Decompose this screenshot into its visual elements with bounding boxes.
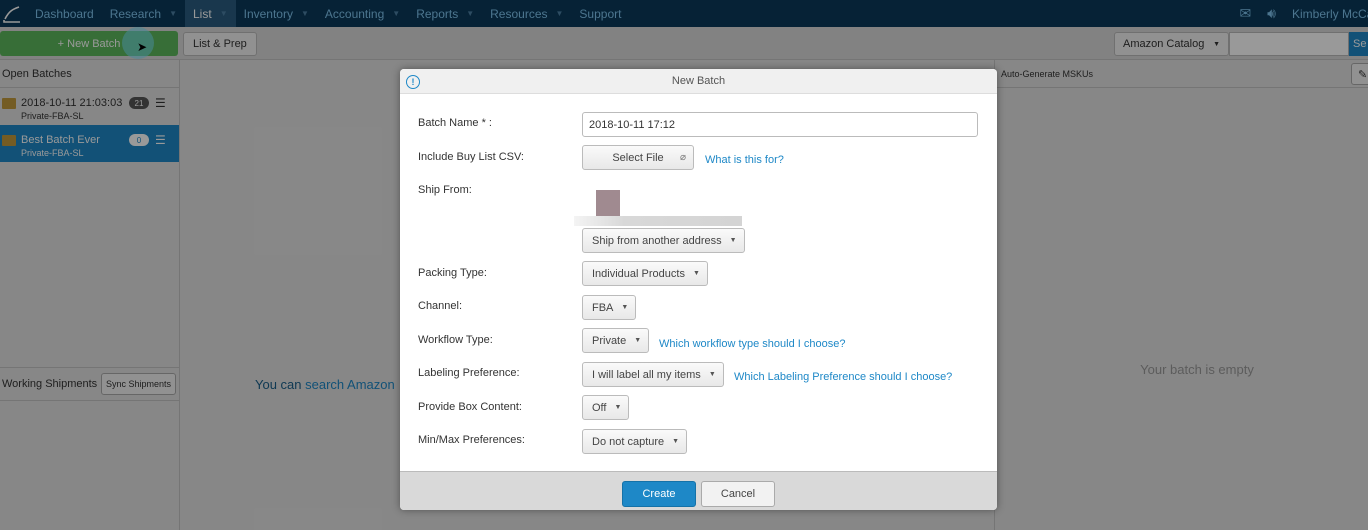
workflow-help-link[interactable]: Which workflow type should I choose? — [659, 338, 845, 350]
buy-list-help-link[interactable]: What is this for? — [705, 154, 784, 166]
ship-from-select[interactable]: Ship from another address ▼ — [582, 228, 745, 253]
caret-down-icon: ▼ — [621, 304, 629, 311]
dialog-header: ! New Batch — [400, 69, 997, 94]
caret-down-icon: ▼ — [634, 337, 642, 344]
paperclip-icon: ⌀ — [679, 152, 686, 163]
packing-type-label: Packing Type: — [418, 267, 487, 279]
minmax-preferences-label: Min/Max Preferences: — [418, 434, 525, 446]
create-button[interactable]: Create — [622, 481, 696, 507]
box-content-value: Off — [592, 401, 607, 414]
cancel-button[interactable]: Cancel — [701, 481, 775, 507]
ship-from-label: Ship From: — [418, 184, 472, 196]
caret-down-icon: ▼ — [614, 404, 622, 411]
workflow-type-value: Private — [592, 334, 627, 347]
workflow-type-label: Workflow Type: — [418, 334, 493, 346]
labeling-help-link[interactable]: Which Labeling Preference should I choos… — [734, 371, 952, 383]
minmax-preferences-select[interactable]: Do not capture ▼ — [582, 429, 688, 454]
labeling-preference-label: Labeling Preference: — [418, 367, 520, 379]
batch-name-label: Batch Name * : — [418, 117, 492, 129]
channel-value: FBA — [592, 301, 614, 314]
channel-label: Channel: — [418, 300, 463, 312]
ship-from-value: Ship from another address — [592, 234, 722, 247]
caret-down-icon: ▼ — [729, 237, 737, 244]
buy-list-label: Include Buy List CSV: — [418, 151, 524, 163]
box-content-select[interactable]: Off ▼ — [582, 395, 630, 420]
dialog-title: New Batch — [671, 75, 726, 87]
packing-type-value: Individual Products — [592, 267, 685, 280]
info-icon[interactable]: ! — [406, 75, 420, 89]
workflow-type-select[interactable]: Private ▼ — [582, 328, 650, 353]
new-batch-dialog: ! New Batch Batch Name * : Include Buy L… — [400, 69, 997, 510]
caret-down-icon: ▼ — [708, 371, 716, 378]
select-file-label: Select File — [612, 151, 664, 164]
batch-name-input[interactable] — [582, 112, 978, 137]
dialog-footer: Create Cancel — [400, 471, 997, 510]
redacted-address-block — [596, 190, 620, 216]
packing-type-select[interactable]: Individual Products ▼ — [582, 261, 708, 286]
minmax-preferences-value: Do not capture — [592, 435, 665, 448]
caret-down-icon: ▼ — [672, 438, 680, 445]
caret-down-icon: ▼ — [692, 270, 700, 277]
labeling-preference-value: I will label all my items — [592, 368, 701, 381]
redacted-address-line — [574, 216, 742, 226]
labeling-preference-select[interactable]: I will label all my items ▼ — [582, 362, 724, 387]
channel-select[interactable]: FBA ▼ — [582, 295, 637, 320]
box-content-label: Provide Box Content: — [418, 401, 522, 413]
select-file-button[interactable]: Select File ⌀ — [582, 145, 694, 170]
